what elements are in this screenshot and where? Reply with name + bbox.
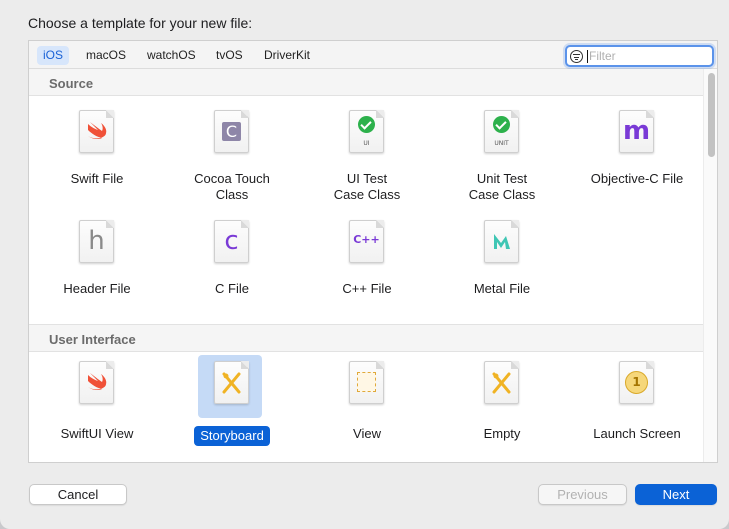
template-label: UI Test bbox=[346, 171, 388, 186]
template-label-line2: Class bbox=[215, 187, 249, 202]
template-label: Metal File bbox=[473, 281, 531, 296]
section-title: User Interface bbox=[49, 332, 136, 347]
template-c-file[interactable]: c C File bbox=[164, 209, 300, 309]
filter-field[interactable] bbox=[565, 45, 714, 67]
template-empty[interactable]: Empty bbox=[434, 350, 570, 450]
template-label: C++ File bbox=[342, 281, 392, 296]
class-glyph: C bbox=[225, 122, 238, 141]
template-label: Empty bbox=[483, 426, 521, 441]
template-label: Swift File bbox=[70, 171, 124, 186]
template-panel: iOS macOS watchOS tvOS DriverKit Source bbox=[28, 40, 718, 463]
c-glyph: c bbox=[224, 226, 239, 256]
template-label: Launch Screen bbox=[593, 426, 681, 441]
template-cpp-file[interactable]: C++ C++ File bbox=[299, 209, 435, 309]
storyboard-icon bbox=[214, 361, 249, 404]
template-label-line2: Case Class bbox=[333, 187, 401, 202]
template-label-line2: Case Class bbox=[468, 187, 536, 202]
text-cursor bbox=[587, 50, 588, 63]
objc-glyph: m bbox=[622, 116, 651, 146]
filter-icon bbox=[570, 50, 583, 63]
tab-tvos[interactable]: tvOS bbox=[210, 46, 249, 65]
tab-driverkit[interactable]: DriverKit bbox=[258, 46, 316, 65]
template-swiftui-view[interactable]: SwiftUI View bbox=[29, 350, 165, 450]
cpp-glyph: C++ bbox=[353, 233, 380, 246]
section-header-source: Source bbox=[29, 69, 703, 96]
template-label: C File bbox=[215, 281, 249, 296]
ui-test-icon: UI bbox=[349, 110, 384, 153]
c-file-icon: c bbox=[214, 220, 249, 263]
template-metal-file[interactable]: Metal File bbox=[434, 209, 570, 309]
template-header-file[interactable]: h Header File bbox=[29, 209, 165, 309]
template-unit-test-case-class[interactable]: UNIT Unit Test Case Class bbox=[434, 99, 570, 202]
selected-label: Storyboard bbox=[194, 426, 270, 446]
icon-caption: UI bbox=[363, 140, 370, 147]
template-swift-file[interactable]: Swift File bbox=[29, 99, 165, 199]
template-label: View bbox=[353, 426, 381, 441]
cocoa-class-icon: C bbox=[214, 110, 249, 153]
template-label: Objective-C File bbox=[590, 171, 684, 186]
template-label: Unit Test bbox=[476, 171, 528, 186]
next-button[interactable]: Next bbox=[635, 484, 717, 505]
objc-icon: m bbox=[619, 110, 654, 153]
template-label: SwiftUI View bbox=[60, 426, 134, 441]
section-header-user-interface: User Interface bbox=[29, 325, 703, 352]
template-storyboard[interactable]: Storyboard bbox=[164, 350, 300, 450]
cpp-file-icon: C++ bbox=[349, 220, 384, 263]
template-launch-screen[interactable]: 1 Launch Screen bbox=[569, 350, 705, 450]
template-cocoa-touch-class[interactable]: C Cocoa Touch Class bbox=[164, 99, 300, 202]
swift-icon bbox=[79, 361, 114, 404]
new-file-dialog: Choose a template for your new file: iOS… bbox=[0, 0, 729, 529]
dialog-heading: Choose a template for your new file: bbox=[28, 15, 253, 31]
tab-ios[interactable]: iOS bbox=[37, 46, 70, 65]
template-objective-c-file[interactable]: m Objective-C File bbox=[569, 99, 705, 199]
template-label: Header File bbox=[63, 281, 131, 296]
cancel-button[interactable]: Cancel bbox=[29, 484, 127, 505]
launch-screen-icon: 1 bbox=[619, 361, 654, 404]
scrollbar-thumb[interactable] bbox=[708, 73, 715, 157]
icon-caption: UNIT bbox=[494, 140, 509, 147]
previous-button[interactable]: Previous bbox=[538, 484, 627, 505]
metal-icon bbox=[484, 220, 519, 263]
view-icon bbox=[349, 361, 384, 404]
vertical-scrollbar[interactable] bbox=[703, 69, 717, 462]
tab-watchos[interactable]: watchOS bbox=[141, 46, 202, 65]
unit-test-icon: UNIT bbox=[484, 110, 519, 153]
checkmark-icon bbox=[358, 116, 375, 133]
template-label: Cocoa Touch bbox=[194, 171, 270, 186]
checkmark-icon bbox=[493, 116, 510, 133]
launch-glyph: 1 bbox=[632, 375, 641, 389]
template-view[interactable]: View bbox=[299, 350, 435, 450]
tab-macos[interactable]: macOS bbox=[80, 46, 132, 65]
header-icon: h bbox=[79, 220, 114, 263]
template-label: Storyboard bbox=[164, 426, 300, 446]
empty-icon bbox=[484, 361, 519, 404]
platform-tab-bar: iOS macOS watchOS tvOS DriverKit bbox=[29, 41, 717, 69]
template-ui-test-case-class[interactable]: UI UI Test Case Class bbox=[299, 99, 435, 202]
swift-icon bbox=[79, 110, 114, 153]
header-glyph: h bbox=[88, 226, 105, 256]
filter-input[interactable] bbox=[589, 48, 707, 64]
section-title: Source bbox=[49, 76, 94, 91]
